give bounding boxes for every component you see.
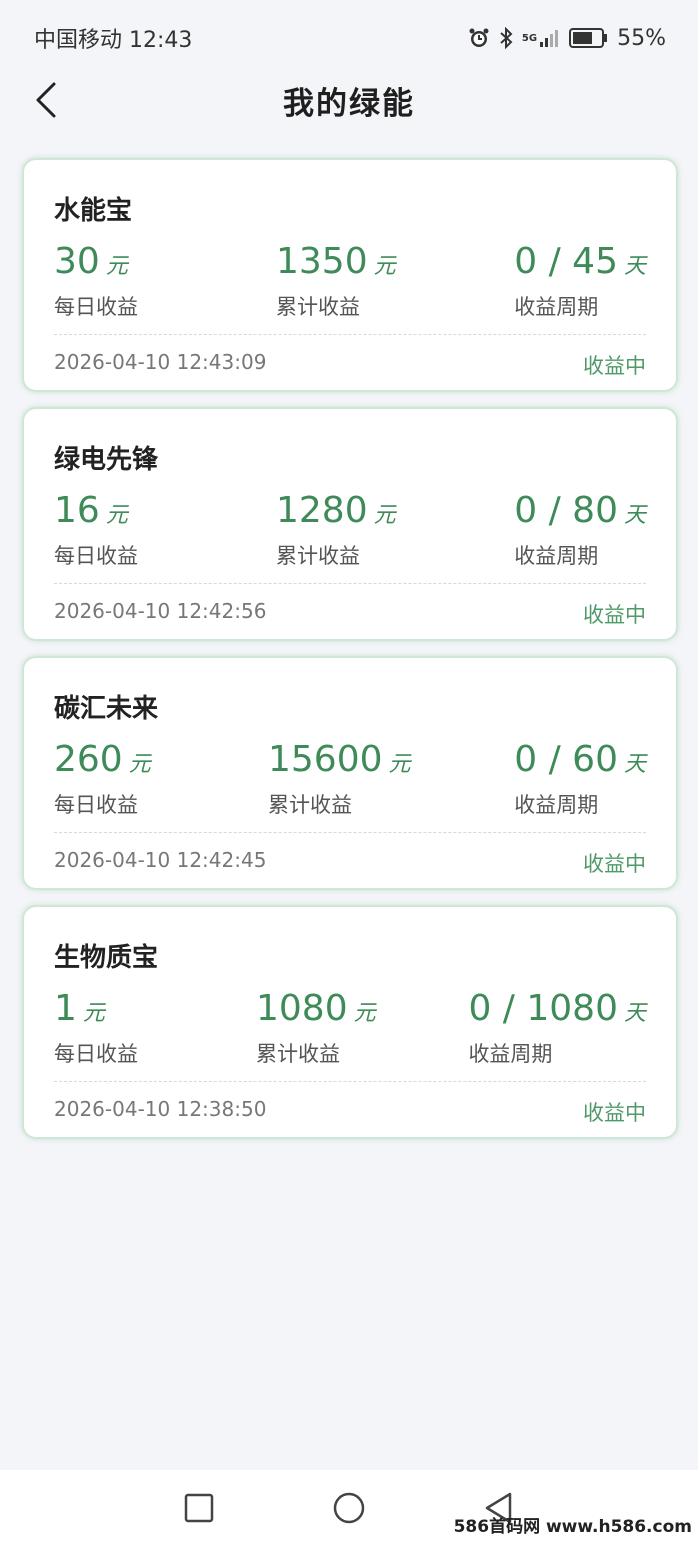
- product-card[interactable]: 碳汇未来 260 元 每日收益 15600 元 累计收益 0 / 60 天 收益周期 …: [22, 656, 678, 890]
- daily-value: 16: [54, 490, 100, 531]
- unit-day: 天: [623, 503, 646, 528]
- status-badge: 收益中: [583, 1101, 646, 1125]
- total-label: 累计收益: [256, 1042, 340, 1066]
- earnings-cycle: 0 / 45 天 收益周期: [514, 240, 646, 321]
- signal-icon: 5G: [522, 28, 561, 48]
- daily-label: 每日收益: [54, 1042, 138, 1066]
- product-name: 水能宝: [54, 196, 133, 226]
- divider: [54, 1081, 646, 1082]
- status-badge: 收益中: [583, 354, 646, 378]
- daily-earnings: 1元 每日收益: [54, 987, 138, 1068]
- total-value: 1280: [276, 490, 368, 531]
- page-header: 我的绿能: [0, 62, 698, 138]
- unit-day: 天: [623, 752, 646, 777]
- watermark: 586首码网 www.h586.com: [453, 1517, 692, 1537]
- card-list: 水能宝 30 元 每日收益 1350 元 累计收益 0 / 45 天 收益周期 202…: [22, 158, 678, 1154]
- cycle-label: 收益周期: [514, 295, 599, 319]
- divider: [54, 832, 646, 833]
- network-type: 5G: [521, 32, 538, 44]
- recent-apps-button[interactable]: [181, 1490, 217, 1526]
- daily-value: 1: [54, 988, 77, 1029]
- daily-label: 每日收益: [54, 295, 138, 319]
- earnings-cycle: 0 / 1080 天 收益周期: [468, 987, 646, 1068]
- unit-yuan: 元: [105, 503, 128, 528]
- square-nav-icon: [184, 1493, 214, 1523]
- unit-yuan: 元: [373, 503, 396, 528]
- total-earnings: 15600 元 累计收益: [268, 738, 411, 819]
- total-label: 累计收益: [268, 793, 352, 817]
- total-value: 1350: [276, 241, 368, 282]
- cycle-value: 0 / 45: [514, 241, 618, 282]
- daily-label: 每日收益: [54, 544, 138, 568]
- carrier-time: 中国移动 12:43: [34, 28, 193, 53]
- alarm-icon: [468, 27, 490, 49]
- cycle-label: 收益周期: [514, 544, 599, 568]
- product-name: 碳汇未来: [54, 694, 159, 724]
- product-card[interactable]: 绿电先锋 16 元 每日收益 1280 元 累计收益 0 / 80 天 收益周期 20…: [22, 407, 678, 641]
- product-card[interactable]: 水能宝 30 元 每日收益 1350 元 累计收益 0 / 45 天 收益周期 202…: [22, 158, 678, 392]
- total-earnings: 1350 元 累计收益: [276, 240, 396, 321]
- total-label: 累计收益: [276, 544, 360, 568]
- purchase-time: 2026-04-10 12:43:09: [54, 350, 267, 374]
- page-title: 我的绿能: [283, 85, 415, 122]
- total-label: 累计收益: [276, 295, 360, 319]
- cycle-value: 0 / 80: [514, 490, 618, 531]
- cycle-label: 收益周期: [514, 793, 599, 817]
- product-name: 生物质宝: [54, 943, 159, 973]
- status-badge: 收益中: [583, 852, 646, 876]
- battery-icon: [569, 27, 609, 49]
- cycle-value: 0 / 60: [514, 739, 618, 780]
- cycle-label: 收益周期: [468, 1042, 553, 1066]
- unit-yuan: 元: [353, 1001, 376, 1026]
- product-card[interactable]: 生物质宝 1元 每日收益 1080 元 累计收益 0 / 1080 天 收益周期 2…: [22, 905, 678, 1139]
- daily-value: 30: [54, 241, 100, 282]
- earnings-cycle: 0 / 80 天 收益周期: [514, 489, 646, 570]
- daily-label: 每日收益: [54, 793, 138, 817]
- unit-day: 天: [623, 1001, 646, 1026]
- unit-yuan: 元: [388, 752, 411, 777]
- stats-row: 1元 每日收益 1080 元 累计收益 0 / 1080 天 收益周期: [54, 987, 646, 1067]
- back-arrow-icon: [36, 82, 56, 118]
- unit-yuan: 元: [105, 254, 128, 279]
- unit-yuan: 元: [128, 752, 151, 777]
- divider: [54, 334, 646, 335]
- stats-row: 30 元 每日收益 1350 元 累计收益 0 / 45 天 收益周期: [54, 240, 646, 320]
- bluetooth-icon: [498, 27, 514, 49]
- purchase-time: 2026-04-10 12:42:56: [54, 599, 267, 623]
- home-button[interactable]: [331, 1490, 367, 1526]
- unit-yuan: 元: [82, 1001, 105, 1026]
- daily-earnings: 260 元 每日收益: [54, 738, 151, 819]
- product-name: 绿电先锋: [54, 445, 159, 475]
- cycle-value: 0 / 1080: [468, 988, 618, 1029]
- divider: [54, 583, 646, 584]
- circle-nav-icon: [333, 1492, 365, 1524]
- purchase-time: 2026-04-10 12:42:45: [54, 848, 267, 872]
- daily-earnings: 30 元 每日收益: [54, 240, 138, 321]
- stats-row: 16 元 每日收益 1280 元 累计收益 0 / 80 天 收益周期: [54, 489, 646, 569]
- purchase-time: 2026-04-10 12:38:50: [54, 1097, 267, 1121]
- daily-earnings: 16 元 每日收益: [54, 489, 138, 570]
- stats-row: 260 元 每日收益 15600 元 累计收益 0 / 60 天 收益周期: [54, 738, 646, 818]
- total-earnings: 1080 元 累计收益: [256, 987, 376, 1068]
- status-badge: 收益中: [583, 603, 646, 627]
- earnings-cycle: 0 / 60 天 收益周期: [514, 738, 646, 819]
- total-value: 1080: [256, 988, 348, 1029]
- system-nav-bar: 586首码网 www.h586.com: [0, 1470, 698, 1545]
- daily-value: 260: [54, 739, 123, 780]
- unit-yuan: 元: [373, 254, 396, 279]
- back-button[interactable]: [22, 76, 70, 124]
- battery-percent: 55%: [617, 25, 666, 51]
- total-value: 15600: [268, 739, 383, 780]
- total-earnings: 1280 元 累计收益: [276, 489, 396, 570]
- unit-day: 天: [623, 254, 646, 279]
